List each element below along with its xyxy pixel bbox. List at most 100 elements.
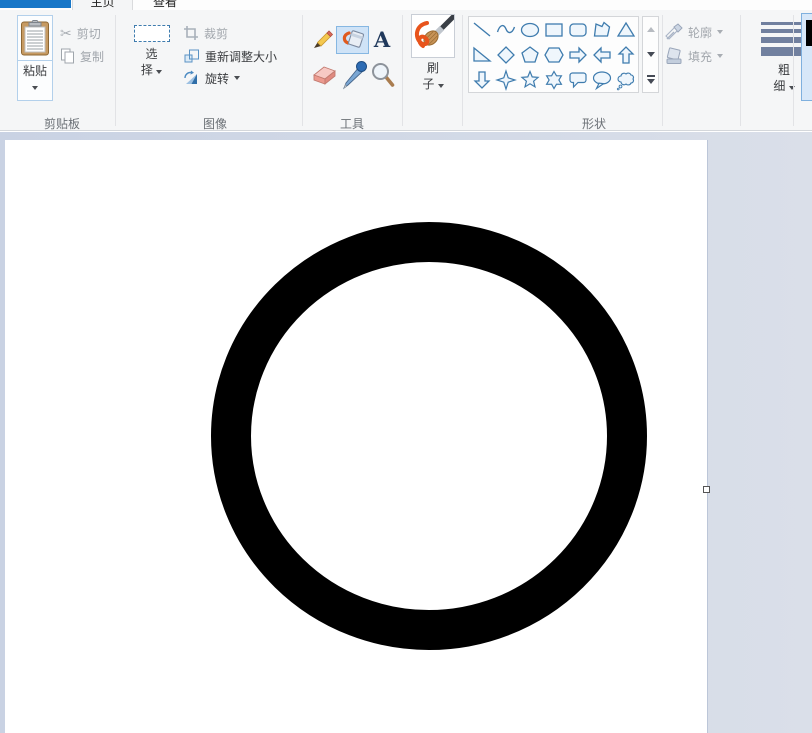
- eraser-tool-button[interactable]: [310, 62, 338, 88]
- shape-rounded-rectangle-button[interactable]: [566, 17, 590, 42]
- shapes-scroll-up-button[interactable]: [643, 17, 658, 42]
- shape-hexagon-button[interactable]: [542, 42, 566, 67]
- callout-rounded-rectangle-icon: [569, 71, 587, 88]
- ribbon: 粘贴 ✂ 剪切 复制 剪贴板 选 择 裁剪 重新调整大小 旋转 图像 A 工具 …: [0, 10, 812, 131]
- shape-curve-button[interactable]: [494, 17, 518, 42]
- color-picker-tool-button[interactable]: [339, 57, 368, 93]
- group-separator: [115, 15, 116, 126]
- star-6-icon: [545, 69, 563, 90]
- fill-label: 填充: [688, 49, 713, 64]
- shapes-scrollbar: [642, 16, 659, 93]
- scroll-up-icon: [646, 27, 655, 32]
- shape-arrow-left-button[interactable]: [590, 42, 614, 67]
- rotate-icon: [184, 70, 197, 84]
- tab-view[interactable]: 查看: [134, 0, 196, 10]
- text-tool-button[interactable]: A: [371, 28, 393, 52]
- rounded-rectangle-icon: [569, 22, 587, 37]
- group-separator: [740, 15, 741, 126]
- shape-star-4-button[interactable]: [494, 67, 518, 92]
- outline-button[interactable]: 轮廓: [665, 23, 724, 41]
- tab-bar: 主页 查看: [0, 0, 812, 10]
- brushes-label-line2: 子: [407, 76, 459, 92]
- outline-icon: [665, 23, 683, 40]
- star-5-icon: [520, 69, 540, 88]
- shape-star-5-button[interactable]: [518, 67, 542, 92]
- canvas-resize-handle-right[interactable]: [703, 486, 710, 493]
- shape-right-triangle-button[interactable]: [470, 42, 494, 67]
- select-label-line1: 选: [145, 47, 158, 61]
- shape-diamond-button[interactable]: [494, 42, 518, 67]
- line-icon: [473, 21, 491, 37]
- copy-button[interactable]: 复制: [60, 47, 104, 65]
- crop-button[interactable]: 裁剪: [183, 24, 228, 42]
- shape-callout-oval-button[interactable]: [590, 67, 614, 92]
- select-label-line2: 择: [129, 62, 174, 78]
- magnifier-icon: [371, 62, 394, 87]
- magnifier-tool-button[interactable]: [369, 60, 395, 90]
- shape-rectangle-button[interactable]: [542, 17, 566, 42]
- paste-label: 粘贴: [22, 64, 47, 78]
- resize-label: 重新调整大小: [205, 49, 278, 64]
- right-triangle-icon: [473, 46, 492, 62]
- shapes-more-button[interactable]: [643, 67, 658, 92]
- rotate-button[interactable]: 旋转: [183, 69, 241, 87]
- shape-polygon-button[interactable]: [590, 17, 614, 42]
- hexagon-icon: [544, 46, 564, 63]
- outline-dropdown-caret: [717, 30, 724, 34]
- tools-group-label: 工具: [339, 117, 364, 131]
- callout-oval-icon: [592, 70, 612, 90]
- shape-star-6-button[interactable]: [542, 67, 566, 92]
- scissors-icon: ✂: [60, 25, 72, 41]
- group-separator: [402, 15, 403, 126]
- shape-ellipse-button[interactable]: [518, 17, 542, 42]
- drawn-ring: [211, 222, 647, 650]
- paste-button-icon-area[interactable]: [18, 16, 52, 61]
- selection-rectangle-icon: [133, 25, 170, 42]
- image-group-label: 图像: [202, 117, 227, 131]
- group-separator: [462, 15, 463, 126]
- eyedropper-icon: [342, 61, 367, 90]
- star-4-icon: [495, 68, 517, 91]
- shape-pentagon-button[interactable]: [518, 42, 542, 67]
- shape-arrow-up-button[interactable]: [614, 42, 638, 67]
- clipboard-group-label: 剪贴板: [43, 117, 80, 131]
- paste-button[interactable]: 粘贴: [17, 15, 53, 101]
- shape-arrow-down-button[interactable]: [470, 67, 494, 92]
- tab-home-label: 主页: [90, 0, 115, 9]
- diamond-icon: [497, 45, 515, 64]
- paste-button-label-area[interactable]: 粘贴: [18, 62, 52, 93]
- color1-swatch: [806, 20, 812, 46]
- fill-button[interactable]: 填充: [665, 47, 724, 65]
- shape-callout-rounded-rectangle-button[interactable]: [566, 67, 590, 92]
- callout-cloud-icon: [616, 72, 634, 90]
- group-separator: [793, 15, 794, 126]
- copy-icon: [61, 48, 74, 64]
- workspace: [0, 132, 812, 733]
- triangle-icon: [616, 21, 636, 37]
- drawing-canvas[interactable]: [5, 140, 707, 733]
- crop-icon: [184, 26, 198, 40]
- tab-home[interactable]: 主页: [72, 0, 133, 10]
- brush-icon: [411, 14, 456, 58]
- group-separator: [302, 15, 303, 126]
- fill-dropdown-caret: [717, 54, 724, 58]
- brushes-dropdown-caret: [437, 84, 444, 88]
- shapes-scroll-down-button[interactable]: [643, 42, 658, 67]
- fill-bucket-icon: [342, 30, 364, 48]
- shape-callout-cloud-button[interactable]: [614, 67, 638, 92]
- scroll-down-icon: [646, 52, 655, 57]
- more-icon: [646, 75, 655, 77]
- fill-tool-button[interactable]: [336, 26, 369, 54]
- pencil-tool-button[interactable]: [310, 26, 336, 52]
- shape-arrow-right-button[interactable]: [566, 42, 590, 67]
- brushes-button[interactable]: 刷 子: [407, 12, 459, 108]
- arrow-down-icon: [473, 70, 491, 89]
- cut-button[interactable]: ✂ 剪切: [60, 24, 101, 42]
- select-button[interactable]: 选 择: [129, 15, 174, 103]
- file-menu-button[interactable]: [0, 0, 71, 8]
- resize-button[interactable]: 重新调整大小: [183, 47, 277, 65]
- shape-triangle-button[interactable]: [614, 17, 638, 42]
- color1-button[interactable]: [801, 13, 812, 101]
- ellipse-icon: [520, 22, 540, 37]
- shape-line-button[interactable]: [470, 17, 494, 42]
